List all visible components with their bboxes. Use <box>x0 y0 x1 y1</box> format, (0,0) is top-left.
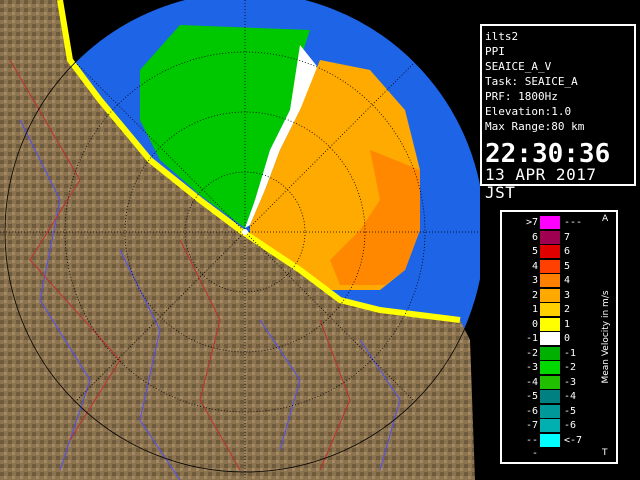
legend-title-text: Mean Velocity in m/s <box>601 290 611 384</box>
legend-swatch <box>540 419 560 432</box>
elevation-value: Elevation:1.0 <box>485 105 572 118</box>
legend-label-left: >7 <box>525 217 538 228</box>
legend-swatch <box>540 332 560 345</box>
max-range-value: Max Range:80 km <box>485 120 585 133</box>
legend-swatch <box>540 230 560 244</box>
legend-label-right: <-7 <box>564 434 583 446</box>
legend-label-right: -1 <box>564 347 577 359</box>
legend-label-left: 1 <box>531 304 538 315</box>
legend-label-right: 6 <box>564 246 571 257</box>
legend-label-right: -5 <box>564 405 577 417</box>
legend-swatch <box>540 390 560 403</box>
station-name: ilts2 <box>485 30 519 43</box>
legend-label-right: -6 <box>564 420 577 431</box>
legend-label-left: --- <box>525 434 538 459</box>
legend-swatch <box>540 346 560 360</box>
radar-ppi-display[interactable] <box>0 0 480 480</box>
legend-label-right: -4 <box>564 391 577 402</box>
legend-label-left: -3 <box>525 362 538 373</box>
legend-label-right: --- <box>564 217 583 228</box>
legend-swatch <box>540 375 560 389</box>
legend-swatch <box>540 303 560 316</box>
legend-label-right: 0 <box>564 333 571 344</box>
product-name: SEAICE_A_V <box>485 60 552 73</box>
legend-swatch <box>540 288 560 302</box>
legend-label-left: -7 <box>525 420 538 431</box>
date-display: 13 APR 2017 JST <box>485 165 597 202</box>
legend-swatch <box>540 245 560 258</box>
prf-value: PRF: 1800Hz <box>485 90 558 103</box>
legend-label-right: 7 <box>564 231 571 243</box>
legend-label-left: 5 <box>531 246 538 257</box>
legend-label-left: 0 <box>531 318 538 330</box>
legend-swatch <box>540 404 560 418</box>
legend-label-right: -2 <box>564 362 577 373</box>
legend-label-left: -6 <box>525 405 538 417</box>
legend-label-left: -2 <box>525 347 538 359</box>
velocity-color-legend: >7 --- 6 7 5 6 4 5 3 4 2 3 1 2 0 1 -1 0 -2 -1 -3 -2 -4 -3 -5 -4 -6… <box>500 210 618 464</box>
legend-label-right: 5 <box>564 260 571 272</box>
legend-label-right: 2 <box>564 304 571 315</box>
legend-label-left: -4 <box>525 376 538 388</box>
legend-swatch <box>540 259 560 273</box>
legend-swatch <box>540 216 560 229</box>
legend-label-left: -1 <box>525 333 538 344</box>
radar-site-marker <box>242 229 248 235</box>
info-panel: ilts2 PPI SEAICE_A_V Task: SEAICE_A PRF:… <box>480 24 636 202</box>
legend-title: Mean Velocity in m/s <box>598 212 614 462</box>
legend-mark-bottom: T <box>602 448 608 458</box>
task-name: Task: SEAICE_A <box>485 75 578 88</box>
legend-swatch <box>540 274 560 287</box>
legend-label-left: 2 <box>531 289 538 301</box>
display-mode: PPI <box>485 45 505 58</box>
legend-label-left: 6 <box>531 231 538 243</box>
legend-label-right: 1 <box>564 318 571 330</box>
legend-label-right: 4 <box>564 275 571 286</box>
legend-swatch <box>540 317 560 331</box>
time-display: 22:30:36 <box>485 139 611 169</box>
legend-label-left: -5 <box>525 391 538 402</box>
legend-label-left: 3 <box>531 275 538 286</box>
legend-label-right: -3 <box>564 376 577 388</box>
legend-label-right: 3 <box>564 289 571 301</box>
legend-swatch <box>540 361 560 374</box>
legend-label-left: 4 <box>531 260 538 272</box>
legend-swatch <box>540 433 560 447</box>
